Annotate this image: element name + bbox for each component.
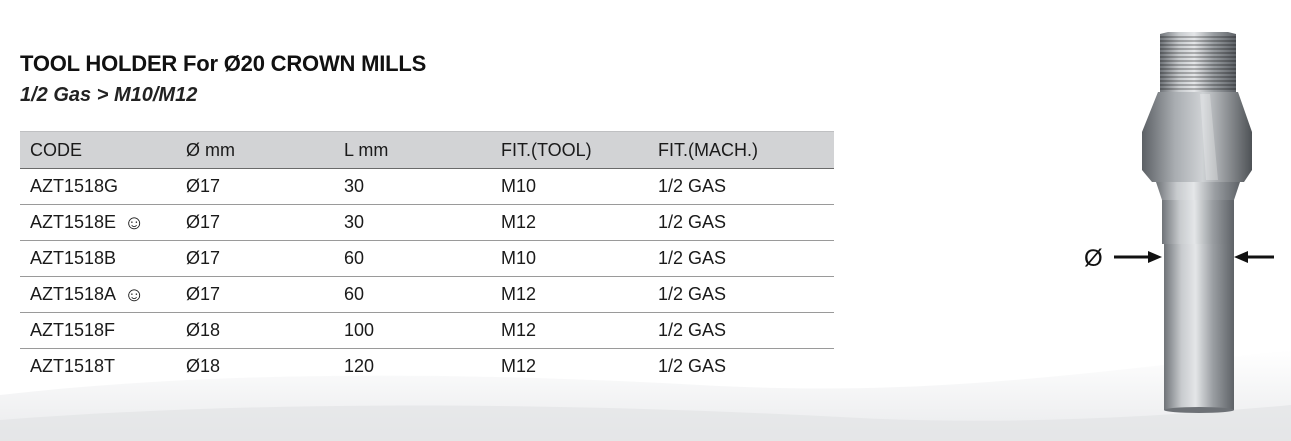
table-row: AZT1518A ☺ Ø17 60 M12 1/2 GAS bbox=[20, 276, 834, 313]
cell-diameter: Ø18 bbox=[186, 356, 221, 376]
cell-length: 100 bbox=[334, 312, 491, 349]
cell-code: AZT1518G bbox=[20, 168, 176, 205]
column-header-fit-machine: FIT.(MACH.) bbox=[648, 131, 834, 169]
cell-code: AZT1518F bbox=[20, 312, 176, 349]
table-row: AZT1518F Ø18 100 M12 1/2 GAS bbox=[20, 312, 834, 349]
cell-code: AZT1518A ☺ bbox=[20, 276, 176, 313]
hex-collar bbox=[1142, 92, 1252, 182]
code-text: AZT1518F bbox=[30, 320, 116, 340]
cell-length: 30 bbox=[334, 204, 491, 241]
cell-length: 30 bbox=[334, 168, 491, 205]
cell-fit-tool: M10 bbox=[491, 240, 648, 277]
code-text: AZT1518E bbox=[30, 212, 117, 232]
tool-holder-illustration: Ø bbox=[1084, 32, 1274, 413]
cell-length: 120 bbox=[344, 356, 375, 376]
left-arrow-icon bbox=[1114, 251, 1162, 263]
diameter-symbol: Ø bbox=[1084, 245, 1103, 272]
right-arrow-icon bbox=[1234, 251, 1274, 263]
table-row: AZT1518T Ø18 120 M12 1/2 GAS bbox=[20, 349, 834, 385]
cell-code: AZT1518T bbox=[20, 349, 176, 385]
column-header-diameter: Ø mm bbox=[176, 131, 334, 169]
cell-length: 60 bbox=[334, 276, 491, 313]
smiley-icon: ☺ bbox=[124, 212, 145, 234]
table-row: AZT1518G Ø17 30 M10 1/2 GAS bbox=[20, 168, 834, 205]
table-row: AZT1518E ☺ Ø17 30 M12 1/2 GAS bbox=[20, 204, 834, 241]
cell-fit-tool: M12 bbox=[501, 356, 537, 376]
column-header-fit-tool: FIT.(TOOL) bbox=[491, 131, 648, 169]
cell-diameter: Ø18 bbox=[176, 312, 334, 349]
cell-diameter: Ø17 bbox=[176, 240, 334, 277]
cell-code: AZT1518E ☺ bbox=[20, 204, 176, 241]
column-header-length: L mm bbox=[334, 131, 491, 169]
cell-fit-machine: 1/2 GAS bbox=[648, 240, 834, 277]
cell-fit-machine: 1/2 GAS bbox=[648, 312, 834, 349]
upper-shank bbox=[1162, 200, 1234, 244]
code-text: AZT1518B bbox=[30, 248, 117, 268]
code-text: AZT1518T bbox=[30, 356, 116, 376]
cell-fit-tool: M12 bbox=[491, 204, 648, 241]
page-title: TOOL HOLDER For Ø20 CROWN MILLS bbox=[20, 51, 427, 76]
table-header-row: CODE Ø mm L mm FIT.(TOOL) FIT.(MACH.) bbox=[20, 131, 834, 169]
cell-fit-machine: 1/2 GAS bbox=[648, 204, 834, 241]
cell-length: 60 bbox=[334, 240, 491, 277]
code-text: AZT1518A bbox=[30, 284, 117, 304]
cell-fit-machine: 1/2 GAS bbox=[658, 356, 727, 376]
lower-shank bbox=[1164, 244, 1234, 410]
cell-diameter: Ø17 bbox=[176, 276, 334, 313]
cell-diameter: Ø17 bbox=[176, 204, 334, 241]
smiley-icon: ☺ bbox=[124, 284, 145, 306]
cell-fit-machine: 1/2 GAS bbox=[648, 276, 834, 313]
cell-fit-tool: M12 bbox=[491, 276, 648, 313]
cell-code: AZT1518B bbox=[20, 240, 176, 277]
page-subtitle: 1/2 Gas > M10/M12 bbox=[20, 84, 198, 106]
cell-diameter: Ø17 bbox=[176, 168, 334, 205]
table-row: AZT1518B Ø17 60 M10 1/2 GAS bbox=[20, 240, 834, 277]
cell-fit-machine: 1/2 GAS bbox=[648, 168, 834, 205]
spec-table: CODE Ø mm L mm FIT.(TOOL) FIT.(MACH.) AZ… bbox=[20, 131, 834, 384]
cell-fit-tool: M12 bbox=[491, 312, 648, 349]
cell-fit-tool: M10 bbox=[491, 168, 648, 205]
column-header-code: CODE bbox=[20, 131, 176, 169]
code-text: AZT1518G bbox=[30, 176, 119, 196]
